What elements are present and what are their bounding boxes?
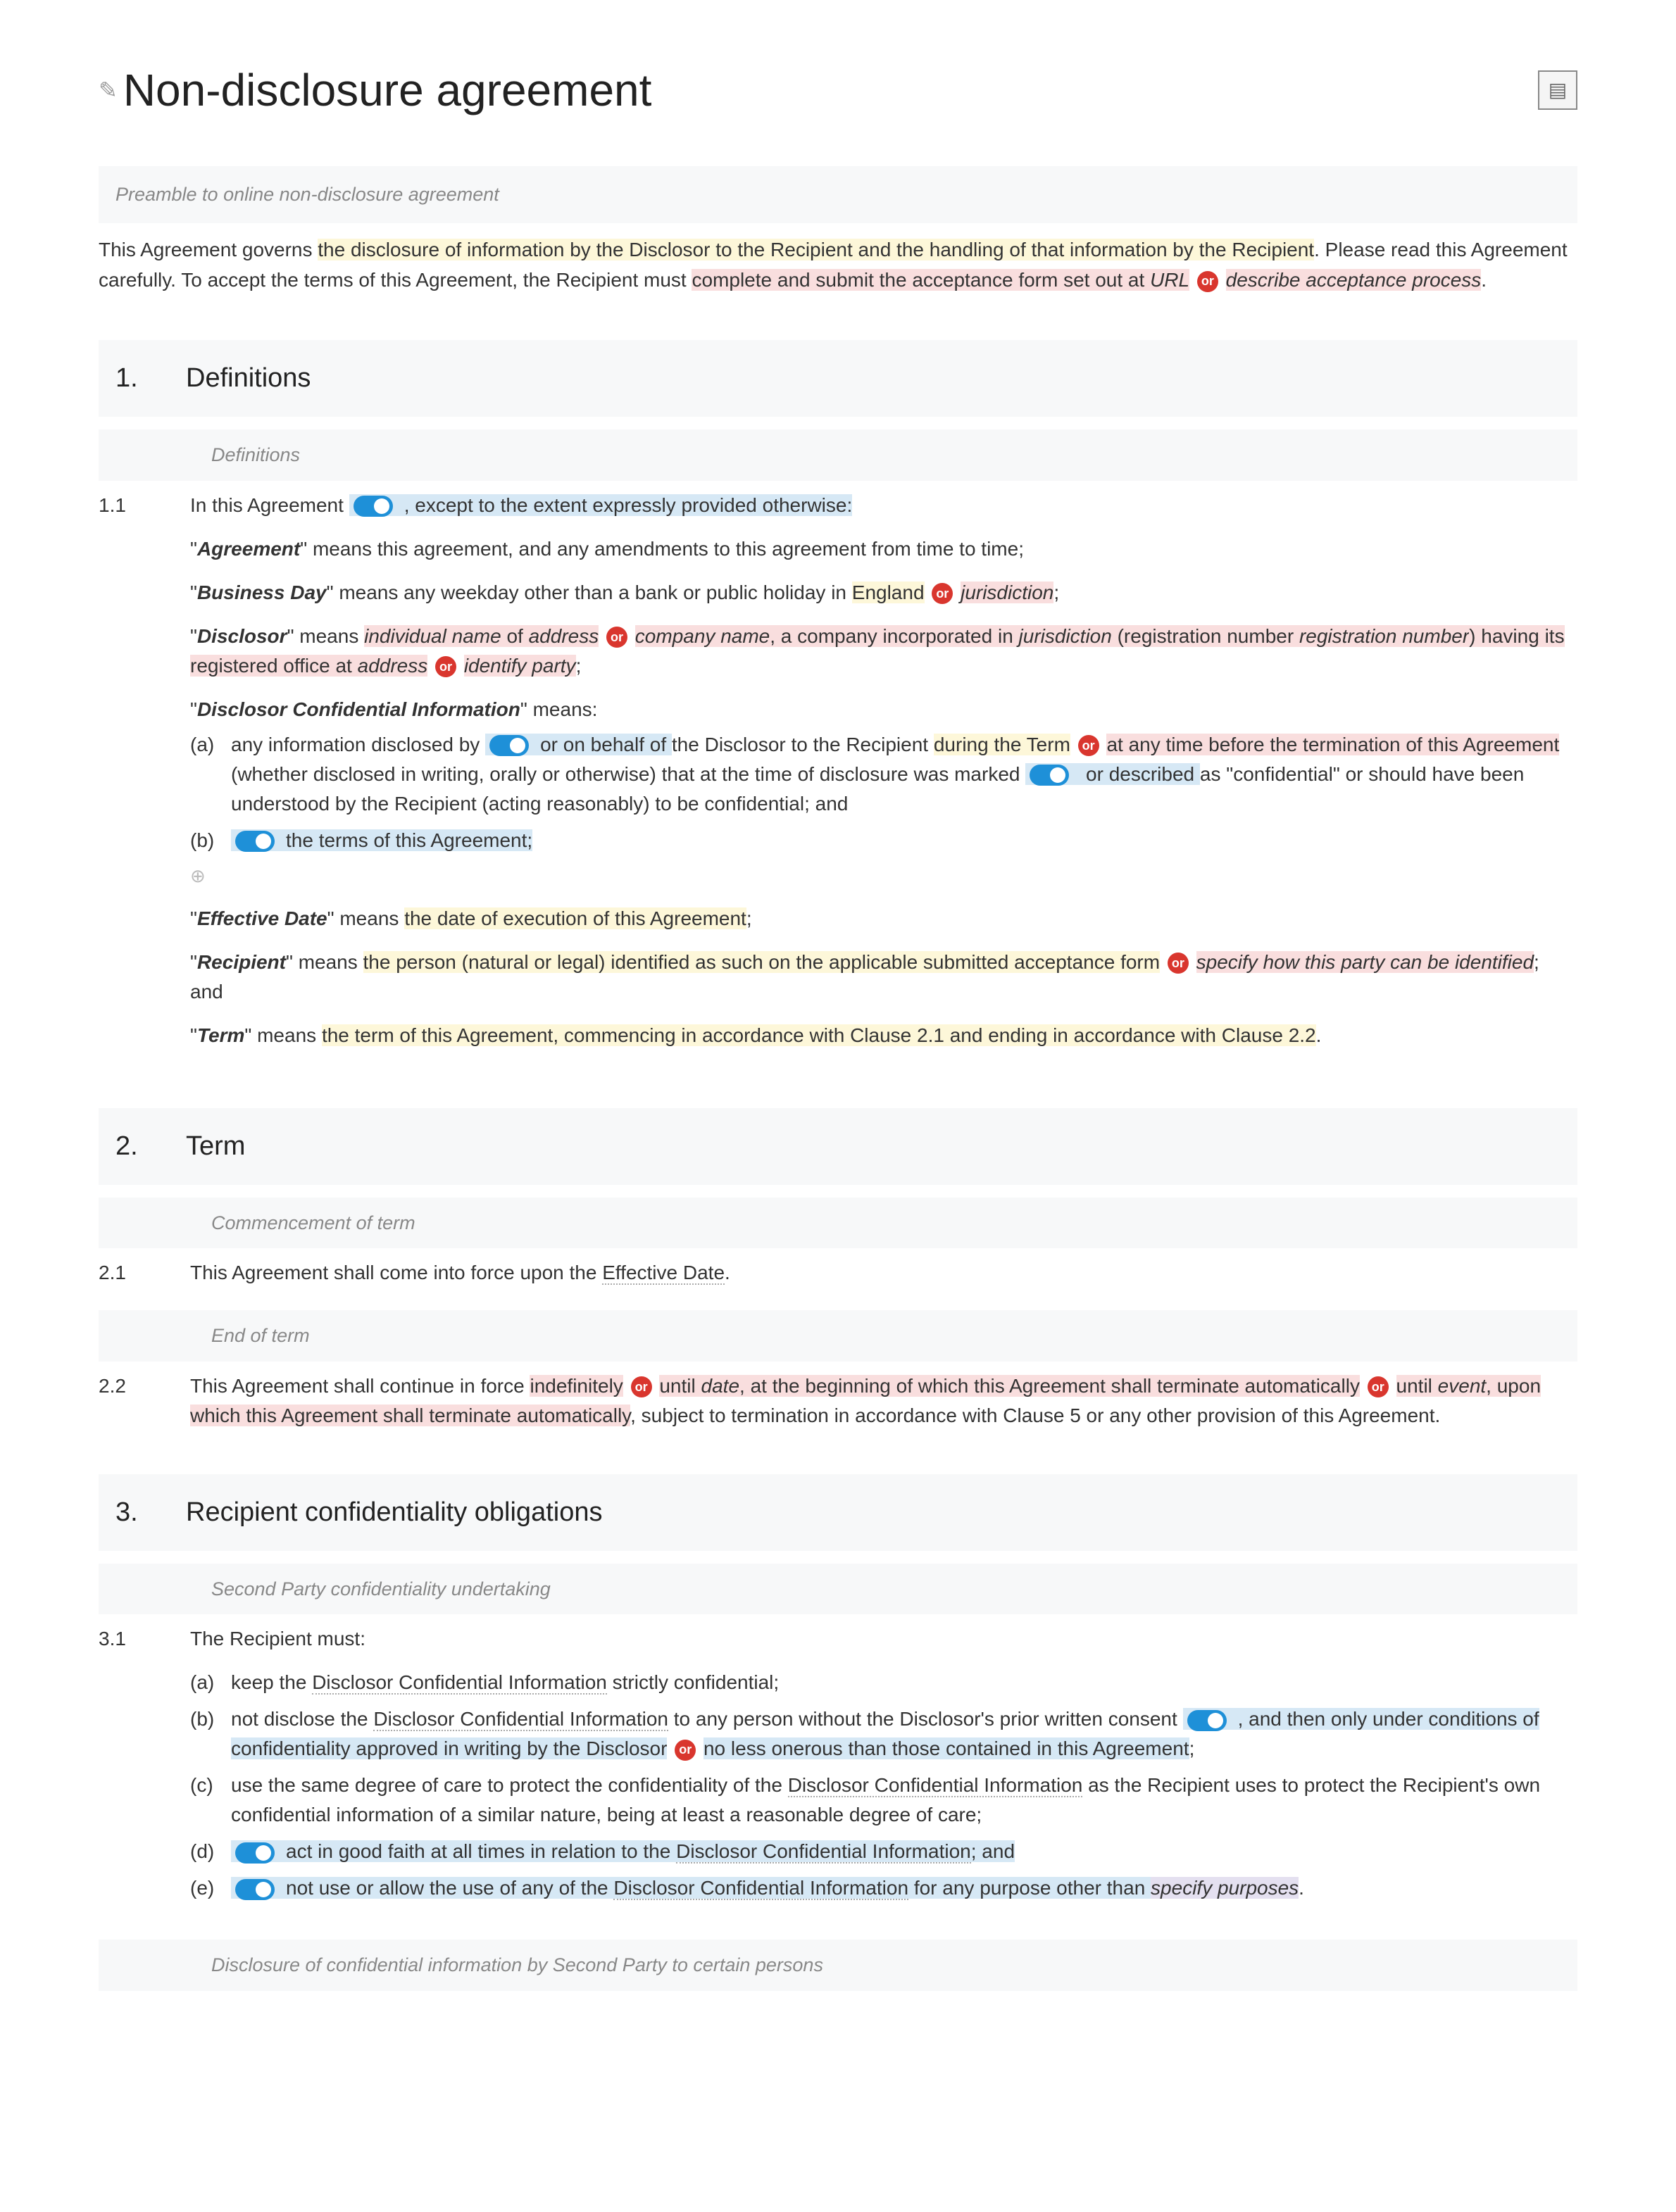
or-badge[interactable]: or: [1078, 735, 1099, 756]
section-number: 1.: [115, 358, 144, 398]
edit-icon: ✎: [99, 73, 118, 107]
or-badge[interactable]: or: [675, 1740, 696, 1761]
section-1-header: 1. Definitions: [99, 340, 1577, 417]
section-title: Definitions: [186, 358, 311, 398]
clause-3-1: 3.1 The Recipient must: (a) keep the Dis…: [99, 1614, 1577, 1927]
or-badge[interactable]: or: [1168, 953, 1189, 974]
document-title: Non-disclosure agreement: [123, 56, 652, 124]
toggle-switch[interactable]: [235, 1879, 275, 1900]
defined-term-link[interactable]: Disclosor Confidential Information: [373, 1708, 668, 1731]
section-1-note: Definitions: [99, 429, 1577, 481]
obligation-d: (d) act in good faith at all times in re…: [190, 1837, 1577, 1866]
or-badge[interactable]: or: [1197, 271, 1218, 292]
add-item-icon[interactable]: ⊕: [190, 862, 1577, 890]
obligation-c: (c) use the same degree of care to prote…: [190, 1771, 1577, 1830]
section-3-note2: Disclosure of confidential information b…: [99, 1940, 1577, 1991]
definition-sub-a: (a) any information disclosed by or on b…: [190, 730, 1577, 819]
clause-2-1: 2.1 This Agreement shall come into force…: [99, 1248, 1577, 1297]
or-badge[interactable]: or: [932, 583, 953, 604]
or-badge[interactable]: or: [606, 627, 627, 648]
toggle-switch[interactable]: [489, 735, 529, 756]
toggle-switch[interactable]: [1187, 1710, 1227, 1731]
defined-term-link[interactable]: Disclosor Confidential Information: [788, 1774, 1083, 1797]
definition-sub-b: (b) the terms of this Agreement;: [190, 826, 1577, 855]
or-badge[interactable]: or: [435, 656, 456, 677]
preamble-text: This Agreement governs the disclosure of…: [99, 223, 1577, 307]
toggle-switch[interactable]: [1030, 765, 1069, 786]
clause-number: 1.1: [99, 491, 162, 1064]
defined-term-link[interactable]: Effective Date: [602, 1262, 725, 1285]
section-2-note2: End of term: [99, 1310, 1577, 1362]
or-badge[interactable]: or: [1368, 1376, 1389, 1397]
obligation-e: (e) not use or allow the use of any of t…: [190, 1873, 1577, 1903]
header: ✎ Non-disclosure agreement ▤: [99, 56, 1577, 124]
section-2-header: 2. Term: [99, 1108, 1577, 1185]
clause-1-1: 1.1 In this Agreement , except to the ex…: [99, 481, 1577, 1074]
or-badge[interactable]: or: [631, 1376, 652, 1397]
defined-term-link[interactable]: Disclosor Confidential Information: [312, 1671, 607, 1695]
section-2-note1: Commencement of term: [99, 1198, 1577, 1249]
panel-toggle-icon[interactable]: ▤: [1538, 70, 1577, 110]
obligation-b: (b) not disclose the Disclosor Confident…: [190, 1704, 1577, 1764]
obligation-a: (a) keep the Disclosor Confidential Info…: [190, 1668, 1577, 1697]
toggle-switch[interactable]: [354, 496, 393, 517]
clause-2-2: 2.2 This Agreement shall continue in for…: [99, 1362, 1577, 1440]
section-3-note1: Second Party confidentiality undertaking: [99, 1564, 1577, 1615]
toggle-switch[interactable]: [235, 831, 275, 852]
section-3-header: 3. Recipient confidentiality obligations: [99, 1474, 1577, 1551]
toggle-switch[interactable]: [235, 1842, 275, 1864]
preamble-note: Preamble to online non-disclosure agreem…: [99, 166, 1577, 223]
